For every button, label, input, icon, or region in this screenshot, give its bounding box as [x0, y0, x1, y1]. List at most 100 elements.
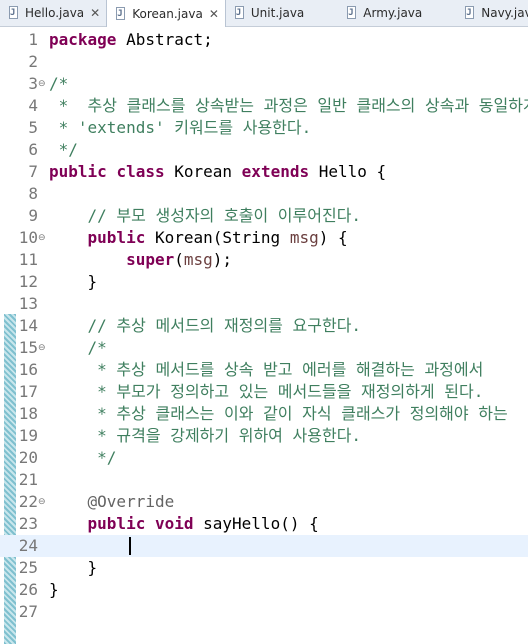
code-line[interactable]: 8 [0, 183, 528, 205]
code-text: /* [49, 73, 68, 95]
line-number: 6 [28, 140, 38, 159]
code-token: // 추상 메서드의 재정의를 요구한다. [49, 316, 362, 335]
line-number: 24 [18, 536, 38, 555]
code-token: */ [49, 448, 117, 467]
line-number: 22 [18, 492, 38, 511]
line-number: 8 [28, 184, 38, 203]
fold-toggle-icon[interactable]: ⊖ [38, 337, 46, 359]
tab-army-java[interactable]: J Army.java [338, 0, 456, 26]
code-line[interactable]: 22 ⊖ @Override [0, 491, 528, 513]
code-line[interactable]: 15 ⊖ /* [0, 337, 528, 359]
code-token: public [49, 162, 107, 181]
code-text: // 부모 생성자의 호출이 이루어진다. [49, 205, 362, 227]
code-line[interactable]: 16 * 추상 메서드를 상속 받고 에러를 해결하는 과정에서 [0, 359, 528, 381]
code-token: ) { [318, 228, 348, 247]
line-number: 20 [18, 448, 38, 467]
code-line[interactable]: 14 // 추상 메서드의 재정의를 요구한다. [0, 315, 528, 337]
line-number: 13 [18, 294, 38, 313]
tab-label: Unit.java [250, 6, 305, 20]
code-text: package Abstract; [49, 29, 213, 51]
code-text: public Korean(String msg) { [49, 227, 348, 249]
line-number: 19 [18, 426, 38, 445]
code-token: public [87, 514, 146, 533]
fold-toggle-icon[interactable]: ⊖ [38, 227, 46, 249]
code-line[interactable]: 11 super(msg); [0, 249, 528, 271]
tab-unit-java[interactable]: J Unit.java [226, 0, 338, 26]
line-number: 17 [18, 382, 38, 401]
code-line[interactable]: 21 [0, 469, 528, 491]
code-text: public class Korean extends Hello { [49, 161, 386, 183]
code-token: Korean(String [145, 228, 290, 247]
tab-hello-java[interactable]: J Hello.java ✕ [0, 0, 106, 26]
code-line[interactable]: 7 public class Korean extends Hello { [0, 161, 528, 183]
code-text: * 'extends' 키워드를 사용한다. [49, 117, 312, 139]
code-text: // 추상 메서드의 재정의를 요구한다. [49, 315, 362, 337]
code-line[interactable]: 5 * 'extends' 키워드를 사용한다. [0, 117, 528, 139]
code-token: ( [174, 250, 184, 269]
text-caret [129, 537, 131, 555]
code-text: super(msg); [49, 249, 232, 271]
code-text: * 추상 클래스를 상속받는 과정은 일반 클래스의 상속과 동일하게 [49, 95, 528, 117]
line-number: 3 [28, 74, 38, 93]
line-number: 25 [18, 558, 38, 577]
code-line[interactable]: 6 */ [0, 139, 528, 161]
code-line[interactable]: 4 * 추상 클래스를 상속받는 과정은 일반 클래스의 상속과 동일하게 [0, 95, 528, 117]
code-line[interactable]: 1 package Abstract; [0, 29, 528, 51]
line-number: 4 [28, 96, 38, 115]
code-line[interactable]: 10 ⊖ public Korean(String msg) { [0, 227, 528, 249]
line-number: 27 [18, 602, 38, 621]
code-text: * 추상 메서드를 상속 받고 에러를 해결하는 과정에서 [49, 359, 483, 381]
tab-navy-java[interactable]: J Navy.java [456, 0, 528, 26]
code-token: } [49, 580, 59, 599]
close-icon[interactable]: ✕ [209, 7, 219, 21]
line-number: 14 [18, 316, 38, 335]
code-line[interactable]: 25 } [0, 557, 528, 579]
code-token: * 추상 클래스는 이와 같이 자식 클래스가 정의해야 하는 [49, 404, 508, 423]
code-token: super [126, 250, 175, 269]
code-text: */ [49, 447, 116, 469]
code-line[interactable]: 20 */ [0, 447, 528, 469]
code-token: */ [49, 140, 78, 159]
code-line[interactable]: 17 * 부모가 정의하고 있는 메서드들을 재정의하게 된다. [0, 381, 528, 403]
code-token: class [116, 162, 165, 181]
line-number: 16 [18, 360, 38, 379]
code-text: } [49, 579, 59, 601]
code-line[interactable]: 2 [0, 51, 528, 73]
close-icon[interactable]: ✕ [90, 6, 100, 20]
code-token: /* [49, 338, 107, 357]
tab-korean-java[interactable]: J Korean.java ✕ [106, 0, 226, 27]
code-token: void [154, 514, 194, 533]
code-line[interactable]: 9 // 부모 생성자의 호출이 이루어진다. [0, 205, 528, 227]
line-number: 12 [18, 272, 38, 291]
code-token: sayHello() { [193, 514, 319, 533]
code-line[interactable]: 19 * 규격을 강제하기 위하여 사용한다. [0, 425, 528, 447]
code-line[interactable]: 3 ⊖/* [0, 73, 528, 95]
line-number: 26 [18, 580, 38, 599]
code-line[interactable]: 24 [0, 535, 528, 557]
code-editor[interactable]: 1 package Abstract; 2 3 ⊖/* 4 * 추상 클래스를 상속받는 … [0, 27, 528, 644]
line-number: 18 [18, 404, 38, 423]
code-token: Hello { [309, 162, 387, 181]
code-text: } [49, 557, 98, 579]
code-token: msg [183, 250, 213, 269]
line-number: 1 [28, 30, 38, 49]
java-file-icon: J [115, 6, 127, 21]
code-line[interactable]: 23 public void sayHello() { [0, 513, 528, 535]
code-line[interactable]: 27 [0, 601, 528, 623]
java-file-icon: J [8, 6, 20, 20]
fold-toggle-icon[interactable]: ⊖ [38, 491, 46, 513]
code-token: * 'extends' 키워드를 사용한다. [49, 118, 312, 137]
code-line[interactable]: 12 } [0, 271, 528, 293]
code-token: msg [289, 228, 319, 247]
code-text: * 추상 클래스는 이와 같이 자식 클래스가 정의해야 하는 [49, 403, 508, 425]
code-line[interactable]: 13 [0, 293, 528, 315]
code-line[interactable]: 26} [0, 579, 528, 601]
code-token: } [49, 558, 98, 577]
code-line[interactable]: 18 * 추상 클래스는 이와 같이 자식 클래스가 정의해야 하는 [0, 403, 528, 425]
line-number: 5 [28, 118, 38, 137]
java-file-icon: J [346, 6, 358, 20]
fold-toggle-icon[interactable]: ⊖ [38, 73, 46, 95]
